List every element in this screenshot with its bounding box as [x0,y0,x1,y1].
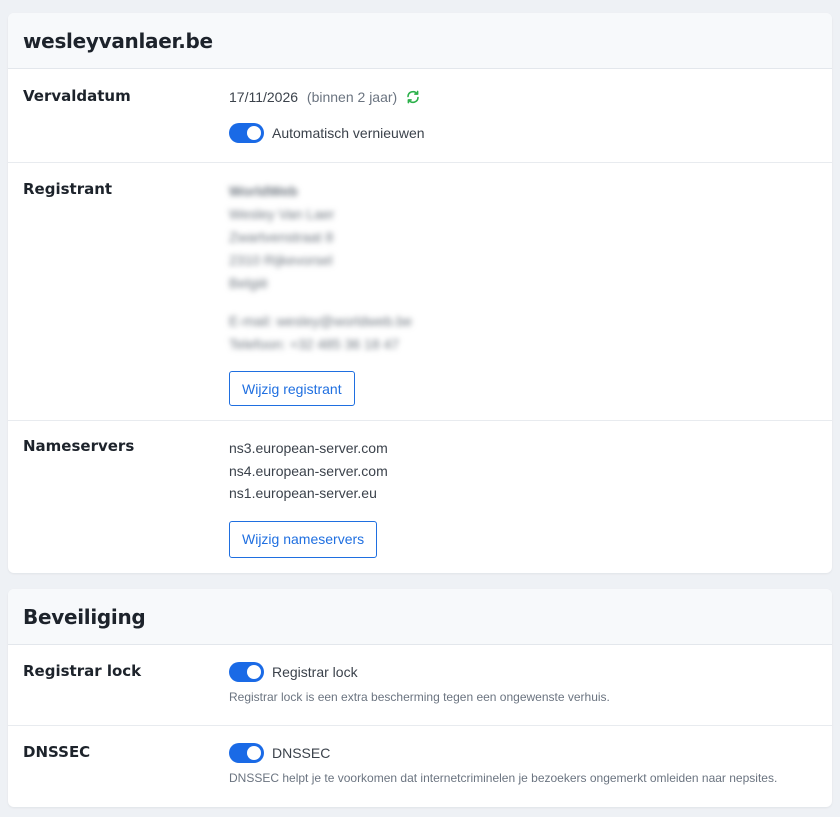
auto-renew-toggle[interactable] [229,123,264,143]
registrant-company: WorldWeb [229,183,298,199]
expiry-label: Vervaldatum [23,87,131,105]
registrant-label: Registrant [23,180,113,198]
toggle-knob [247,665,261,679]
dnssec-row: DNSSEC DNSSEC DNSSEC helpt je te voorkom… [8,726,832,807]
domain-card-header: wesleyvanlaer.be [8,13,832,69]
toggle-knob [247,126,261,140]
security-title: Beveiliging [23,604,146,629]
domain-card: wesleyvanlaer.be Vervaldatum 17/11/2026 … [8,13,832,573]
auto-renew-row: Automatisch vernieuwen [229,123,425,143]
registrar-lock-value: Registrar lock Registrar lock is een ext… [229,662,610,704]
registrar-lock-toggle[interactable] [229,662,264,682]
registrar-lock-toggle-label: Registrar lock [272,664,358,680]
security-card: Beveiliging Registrar lock Registrar loc… [8,589,832,807]
registrar-lock-help: Registrar lock is een extra bescherming … [229,690,610,704]
auto-renew-label: Automatisch vernieuwen [272,125,425,141]
registrant-name: Wesley Van Laer [229,206,335,222]
dnssec-toggle-label: DNSSEC [272,745,331,761]
nameserver-item: ns1.european-server.eu [229,485,377,501]
registrar-lock-row: Registrar lock Registrar lock Registrar … [8,645,832,726]
registrant-row: Registrant WorldWeb Wesley Van Laer Zwar… [8,163,832,421]
dnssec-toggle[interactable] [229,743,264,763]
dnssec-value: DNSSEC DNSSEC helpt je te voorkomen dat … [229,743,777,785]
nameserver-item: ns4.european-server.com [229,462,388,479]
dnssec-help: DNSSEC helpt je te voorkomen dat interne… [229,771,778,785]
nameservers-row: Nameservers ns3.european-server.com ns4.… [8,421,832,573]
dnssec-label: DNSSEC [23,743,91,761]
nameserver-item: ns3.european-server.com [229,440,388,456]
registrant-phone: Telefoon: +32 485 36 18 47 [229,336,400,352]
registrant-city: 2310 Rijkevorsel [229,252,333,268]
registrant-country: België [229,275,268,291]
dnssec-toggle-row: DNSSEC [229,743,777,763]
expiry-value: 17/11/2026 (binnen 2 jaar) Automatisch v… [229,89,425,143]
expiry-date: 17/11/2026 [229,89,299,105]
expiry-relative: (binnen 2 jaar) [306,89,398,105]
registrant-street: Zwartvenstraat 8 [229,229,334,245]
nameservers-value: ns3.european-server.com ns4.european-ser… [229,437,388,558]
edit-registrant-button[interactable]: Wijzig registrant [229,371,355,406]
registrant-email: E-mail: wesley@worldweb.be [229,313,413,329]
edit-nameservers-button[interactable]: Wijzig nameservers [229,520,378,558]
registrant-value: WorldWeb Wesley Van Laer Zwartvenstraat … [229,180,412,406]
domain-title: wesleyvanlaer.be [23,28,213,53]
security-card-header: Beveiliging [8,589,832,645]
expiry-row: Vervaldatum 17/11/2026 (binnen 2 jaar) A… [8,69,832,163]
registrar-lock-toggle-row: Registrar lock [229,662,610,682]
renew-icon [405,89,421,105]
toggle-knob [247,746,261,760]
nameservers-label: Nameservers [23,437,135,455]
registrar-lock-label: Registrar lock [23,662,142,680]
